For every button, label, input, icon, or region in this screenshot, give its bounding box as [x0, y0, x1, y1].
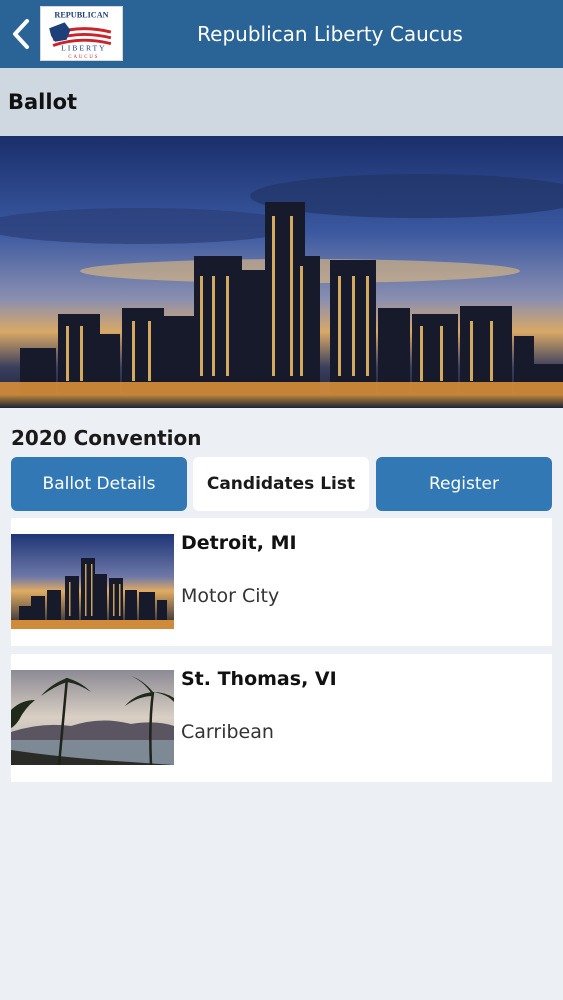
tab-candidates-list[interactable]: Candidates List: [193, 457, 369, 511]
location-name: St. Thomas, VI: [181, 668, 337, 690]
top-bar: REPUBLICAN LIBERTY CAUCUS Republican Lib…: [0, 0, 563, 68]
st-thomas-thumbnail-image: [11, 670, 174, 765]
tab-register[interactable]: Register: [376, 457, 552, 511]
list-item[interactable]: Detroit, MI Motor City: [11, 518, 552, 646]
svg-text:LIBERTY: LIBERTY: [61, 43, 106, 52]
tab-ballot-details[interactable]: Ballot Details: [11, 457, 187, 511]
section-title: 2020 Convention: [11, 426, 202, 450]
svg-text:REPUBLICAN: REPUBLICAN: [54, 11, 108, 20]
detroit-skyline-hero-image: [0, 136, 563, 408]
location-subtitle: Motor City: [181, 585, 280, 607]
location-name: Detroit, MI: [181, 532, 297, 554]
chevron-left-icon[interactable]: [10, 17, 32, 51]
ballot-tabs: Ballot Details Candidates List Register: [11, 457, 552, 511]
detroit-thumbnail-image: [11, 534, 174, 629]
page-title: Ballot: [8, 90, 78, 114]
app-title: Republican Liberty Caucus: [197, 22, 463, 46]
caucus-logo: REPUBLICAN LIBERTY CAUCUS: [40, 6, 123, 61]
list-item[interactable]: St. Thomas, VI Carribean: [11, 654, 552, 782]
location-subtitle: Carribean: [181, 721, 274, 743]
page-header: Ballot: [0, 68, 563, 136]
svg-text:CAUCUS: CAUCUS: [68, 55, 99, 60]
